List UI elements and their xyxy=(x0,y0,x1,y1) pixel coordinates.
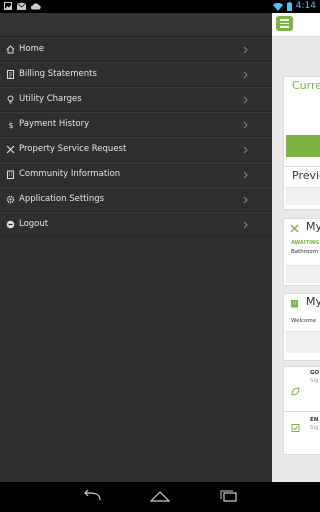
item-title: GO xyxy=(310,370,320,376)
dollar-icon: $ xyxy=(5,119,15,129)
chevron-right-icon xyxy=(243,96,248,104)
service-request-card: My AWAITING Bathroom xyxy=(283,218,320,286)
action-bar xyxy=(272,13,320,37)
menu-item-label: Community Information xyxy=(19,169,121,179)
tools-icon xyxy=(290,224,299,233)
request-text: Bathroom xyxy=(291,249,319,255)
status-bar: 4:14 xyxy=(0,0,320,13)
wifi-icon xyxy=(272,2,283,11)
chevron-right-icon xyxy=(243,46,248,54)
menu-item-application-settings[interactable]: Application Settings xyxy=(0,187,272,212)
gear-icon xyxy=(5,194,15,204)
chevron-right-icon xyxy=(243,171,248,179)
main-content: Curre Previo My AWAITING Bathroom My Wel… xyxy=(272,13,320,482)
chevron-right-icon xyxy=(243,71,248,79)
document-icon xyxy=(5,69,15,79)
card-title: Curre xyxy=(292,79,320,92)
card-footer xyxy=(286,331,320,353)
item-subtitle: Sig xyxy=(310,425,319,431)
menu-item-community-information[interactable]: Community Information xyxy=(0,162,272,187)
menu-item-payment-history[interactable]: $ Payment History xyxy=(0,112,272,137)
menu-item-utility-charges[interactable]: Utility Charges xyxy=(0,87,272,112)
chevron-right-icon xyxy=(243,196,248,204)
menu-item-label: Utility Charges xyxy=(19,94,82,104)
clock: 4:14 xyxy=(295,1,316,11)
menu-item-label: Payment History xyxy=(19,119,90,129)
leaf-icon xyxy=(291,387,300,396)
home-nav-icon[interactable] xyxy=(150,490,170,502)
chevron-right-icon xyxy=(243,221,248,229)
building-icon xyxy=(291,300,298,308)
menu-item-home[interactable]: Home xyxy=(0,37,272,62)
back-icon[interactable] xyxy=(82,490,102,502)
battery-icon xyxy=(286,2,292,11)
navigation-drawer: Home Billing Statements Utility Charges … xyxy=(0,13,272,482)
card-title: Previo xyxy=(292,169,320,182)
go-green-item[interactable]: GO Sig xyxy=(283,366,320,414)
lightbulb-icon xyxy=(5,94,15,104)
menu-item-label: Billing Statements xyxy=(19,69,97,79)
logout-icon xyxy=(5,219,15,229)
enrollment-item[interactable]: EN Sig xyxy=(283,411,320,455)
previous-statement-card: Previo xyxy=(283,166,320,210)
item-title: EN xyxy=(310,417,319,423)
card-title: My xyxy=(306,295,320,308)
menu-toggle-button[interactable] xyxy=(276,16,293,31)
chevron-right-icon xyxy=(243,146,248,154)
building-icon xyxy=(5,169,15,179)
menu-item-label: Property Service Request xyxy=(19,144,127,154)
menu-item-label: Home xyxy=(19,44,45,54)
community-info-card: My Welcome xyxy=(283,293,320,361)
status-label: AWAITING xyxy=(291,240,320,246)
menu-item-property-service-request[interactable]: Property Service Request xyxy=(0,137,272,162)
card-footer xyxy=(286,265,320,283)
tools-icon xyxy=(5,144,15,154)
system-navigation-bar xyxy=(0,482,320,512)
welcome-text: Welcome xyxy=(291,318,317,324)
menu-item-billing-statements[interactable]: Billing Statements xyxy=(0,62,272,87)
cloud-icon xyxy=(31,2,41,10)
menu-item-label: Application Settings xyxy=(19,194,105,204)
chevron-right-icon xyxy=(243,121,248,129)
recent-apps-icon[interactable] xyxy=(219,490,239,502)
image-icon xyxy=(4,2,12,10)
menu-item-logout[interactable]: Logout xyxy=(0,212,272,237)
drawer-header xyxy=(0,13,272,37)
card-footer xyxy=(286,187,320,205)
email-icon xyxy=(17,2,26,10)
pay-now-button[interactable] xyxy=(286,135,320,157)
current-balance-card: Curre xyxy=(283,76,320,169)
calendar-check-icon xyxy=(291,424,300,432)
home-icon xyxy=(5,44,15,54)
item-subtitle: Sig xyxy=(310,378,319,384)
menu-item-label: Logout xyxy=(19,219,49,229)
svg-text:$: $ xyxy=(8,121,13,129)
card-title: My xyxy=(306,220,320,233)
